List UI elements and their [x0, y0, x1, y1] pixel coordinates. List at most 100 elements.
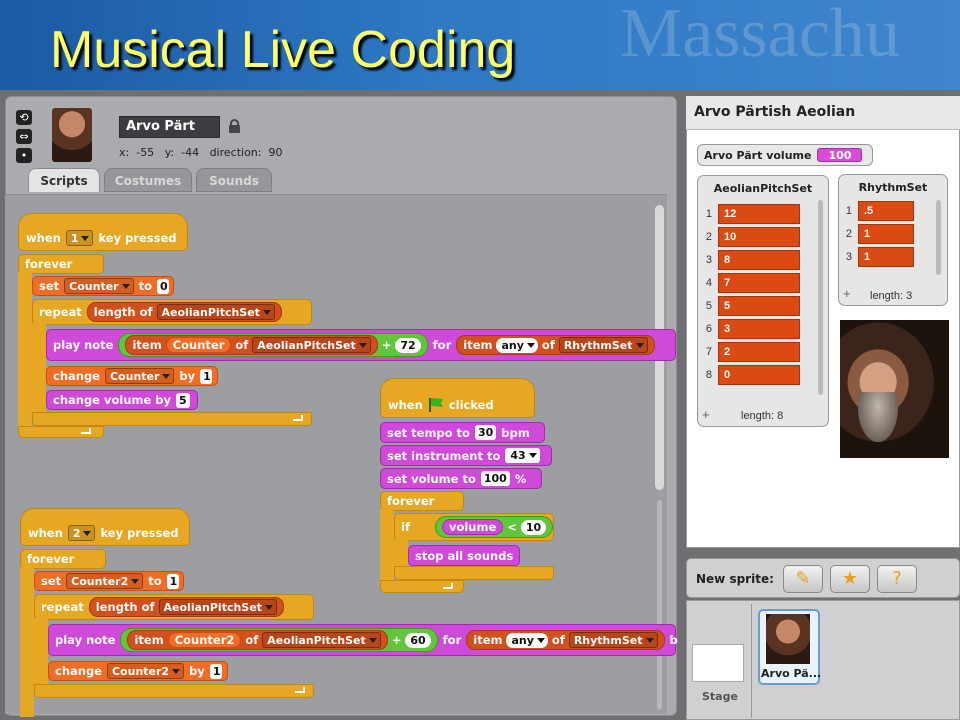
- tab-costumes[interactable]: Costumes: [104, 168, 192, 192]
- repeat-block[interactable]: repeat length of AeolianPitchSet: [32, 299, 312, 325]
- stage-thumbnail[interactable]: [692, 644, 744, 682]
- any-dropdown[interactable]: any: [496, 337, 538, 353]
- list-cell[interactable]: 2: [718, 342, 800, 362]
- change-counter2-block[interactable]: change Counter2 by 1: [48, 661, 228, 681]
- any-dropdown[interactable]: any: [506, 632, 548, 648]
- length-of-reporter[interactable]: length of AeolianPitchSet: [88, 597, 284, 617]
- list-cell[interactable]: .5: [858, 201, 914, 221]
- y-label: y:: [164, 146, 175, 159]
- change-volume-block[interactable]: change volume by 5: [46, 390, 198, 410]
- list-cell[interactable]: 10: [718, 227, 800, 247]
- tab-sounds[interactable]: Sounds: [196, 168, 272, 192]
- play-note-block[interactable]: play note item Counter2 of AeolianPitchS…: [48, 624, 678, 656]
- tab-scripts[interactable]: Scripts: [28, 168, 100, 192]
- list-dropdown[interactable]: AeolianPitchSet: [158, 599, 277, 615]
- rhythm-dropdown[interactable]: RhythmSet: [568, 632, 658, 648]
- volume-reporter[interactable]: volume: [441, 519, 504, 535]
- length-of-reporter[interactable]: length of AeolianPitchSet: [86, 302, 282, 322]
- list-cell[interactable]: 12: [718, 204, 800, 224]
- choose-sprite-button[interactable]: ★: [830, 565, 870, 593]
- when-key-2-hat[interactable]: when 2 key pressed: [24, 523, 183, 543]
- volume-value[interactable]: 5: [176, 392, 190, 408]
- volume-monitor[interactable]: Arvo Pärt volume 100: [697, 144, 873, 166]
- when-key-1-hat[interactable]: when 1 key pressed: [22, 228, 181, 248]
- by-value[interactable]: 1: [200, 368, 213, 384]
- list-cell[interactable]: 1: [858, 224, 914, 244]
- lock-icon[interactable]: [229, 119, 240, 133]
- list-dropdown[interactable]: AeolianPitchSet: [262, 632, 381, 648]
- set-value[interactable]: 0: [157, 278, 169, 294]
- set-var-dropdown[interactable]: Counter2: [66, 573, 144, 589]
- offset-value[interactable]: 72: [395, 337, 421, 353]
- list-scrollbar[interactable]: [818, 200, 823, 395]
- list-title: AeolianPitchSet: [713, 182, 813, 195]
- list-length: length: 3: [870, 290, 913, 302]
- paint-sprite-button[interactable]: ✎: [783, 565, 823, 593]
- set-var-dropdown[interactable]: Counter: [64, 278, 134, 294]
- play-note-block[interactable]: play note item Counter of AeolianPitchSe…: [46, 329, 676, 361]
- item-any-reporter[interactable]: item any of RhythmSet: [466, 630, 665, 650]
- direction-value: 90: [268, 146, 283, 159]
- forever-block[interactable]: forever: [20, 549, 106, 569]
- of-label: of: [235, 338, 249, 352]
- key-dropdown[interactable]: 1: [65, 230, 94, 246]
- counter2-reporter[interactable]: Counter2: [167, 632, 242, 648]
- flip-icon[interactable]: ⇔: [16, 129, 32, 144]
- when-flag-clicked-hat[interactable]: when clicked: [384, 395, 498, 415]
- forever-block[interactable]: forever: [18, 254, 104, 274]
- list-row: 63: [700, 319, 800, 339]
- instrument-dropdown[interactable]: 43: [505, 448, 540, 463]
- by-value[interactable]: 1: [209, 663, 222, 679]
- add-item-icon[interactable]: +: [702, 407, 710, 422]
- stop-all-sounds-block[interactable]: stop all sounds: [408, 545, 520, 566]
- list-dropdown[interactable]: AeolianPitchSet: [156, 304, 275, 320]
- set-counter-block[interactable]: set Counter to 0: [32, 276, 174, 296]
- list-index: 2: [705, 231, 712, 243]
- list-scrollbar[interactable]: [936, 200, 941, 275]
- rotate-icon[interactable]: ⟲: [16, 110, 32, 125]
- item-of-reporter[interactable]: item Counter of AeolianPitchSet: [125, 335, 378, 355]
- plus-operator[interactable]: item Counter2 of AeolianPitchSet + 60: [120, 628, 438, 652]
- list-cell[interactable]: 8: [718, 250, 800, 270]
- item-any-reporter[interactable]: item any of RhythmSet: [456, 335, 655, 355]
- length-of-label: length of: [93, 305, 153, 319]
- set-counter2-block[interactable]: set Counter2 to 1: [34, 571, 184, 591]
- list-cell[interactable]: 1: [858, 247, 914, 267]
- list-dropdown[interactable]: AeolianPitchSet: [252, 337, 371, 353]
- y-value: -44: [181, 146, 200, 159]
- volume-value[interactable]: 100: [480, 471, 510, 486]
- item-of-reporter[interactable]: item Counter2 of AeolianPitchSet: [127, 630, 388, 650]
- tempo-value[interactable]: 30: [474, 425, 497, 440]
- list-cell[interactable]: 0: [718, 365, 800, 385]
- change-label: change: [55, 664, 102, 678]
- forever-arm: [380, 509, 394, 585]
- repeat-block[interactable]: repeat length of AeolianPitchSet: [34, 594, 314, 620]
- add-item-icon[interactable]: +: [843, 286, 851, 301]
- change-counter-block[interactable]: change Counter by 1: [46, 366, 218, 386]
- threshold-value[interactable]: 10: [520, 519, 547, 535]
- plus-operator[interactable]: item Counter of AeolianPitchSet + 72: [118, 333, 428, 357]
- no-rotate-icon[interactable]: •: [16, 148, 32, 163]
- if-block[interactable]: if volume < 10: [394, 513, 554, 541]
- question-star-icon: ?: [892, 568, 902, 589]
- offset-value[interactable]: 60: [405, 632, 431, 648]
- set-volume-block[interactable]: set volume to 100 %: [380, 468, 542, 489]
- rhythm-dropdown[interactable]: RhythmSet: [558, 337, 648, 353]
- folder-star-icon: ★: [841, 568, 859, 589]
- list-cell[interactable]: 3: [718, 319, 800, 339]
- hat-when-text: when: [28, 526, 63, 540]
- set-instrument-block[interactable]: set instrument to 43: [380, 445, 552, 466]
- list-row: 47: [700, 273, 800, 293]
- set-value[interactable]: 1: [166, 573, 179, 589]
- random-sprite-button[interactable]: ?: [877, 565, 917, 593]
- forever-block[interactable]: forever: [380, 491, 464, 511]
- list-cell[interactable]: 7: [718, 273, 800, 293]
- key-dropdown[interactable]: 2: [67, 525, 96, 541]
- counter-reporter[interactable]: Counter: [165, 337, 232, 353]
- less-than-operator[interactable]: volume < 10: [434, 516, 554, 538]
- set-tempo-block[interactable]: set tempo to 30 bpm: [380, 422, 545, 443]
- list-cell[interactable]: 5: [718, 296, 800, 316]
- change-var-dropdown[interactable]: Counter2: [106, 663, 185, 679]
- sprite-name-field[interactable]: Arvo Pärt: [119, 116, 220, 138]
- change-var-dropdown[interactable]: Counter: [104, 368, 175, 384]
